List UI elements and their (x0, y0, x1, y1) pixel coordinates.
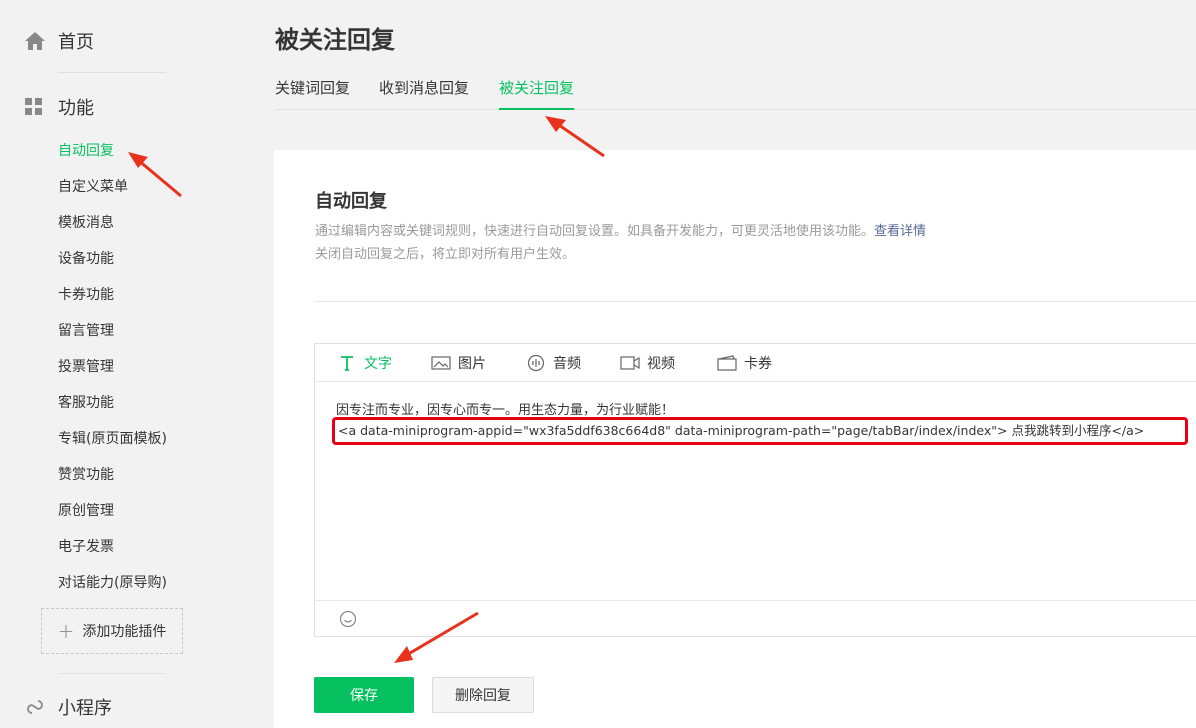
tool-image-label: 图片 (458, 356, 486, 372)
tool-coupon-label: 卡券 (744, 356, 772, 372)
editor-content[interactable]: 因专注而专业，因专心而专一。用生态力量，为行业赋能！ (336, 399, 674, 418)
home-icon (25, 32, 45, 50)
grid-icon (25, 98, 42, 115)
page-title: 被关注回复 (275, 26, 395, 54)
sidebar-group-label: 功能 (58, 98, 94, 119)
details-link[interactable]: 查看详情 (874, 224, 926, 239)
sidebar-divider (58, 673, 166, 674)
editor-toolbar: 文字 图片 音频 视频 卡券 (315, 344, 1196, 382)
sidebar: 首页 功能 自动回复 自定义菜单 模板消息 设备功能 卡券功能 留言管理 投票管… (0, 0, 210, 728)
tool-text[interactable]: 文字 (337, 353, 392, 373)
tool-video[interactable]: 视频 (620, 353, 675, 373)
tab-follow-reply[interactable]: 被关注回复 (499, 76, 575, 110)
sidebar-home-label: 首页 (58, 32, 94, 53)
card-description: 通过编辑内容或关键词规则，快速进行自动回复设置。如具备开发能力，可更灵活地使用该… (315, 220, 926, 239)
coupon-icon (717, 355, 737, 371)
sidebar-item-custom-menu[interactable]: 自定义菜单 (58, 174, 167, 210)
desc-text: 通过编辑内容或关键词规则，快速进行自动回复设置。如具备开发能力，可更灵活地使用该… (315, 224, 875, 239)
auto-reply-card: 自动回复 通过编辑内容或关键词规则，快速进行自动回复设置。如具备开发能力，可更灵… (274, 150, 1196, 728)
save-button[interactable]: 保存 (314, 677, 414, 713)
sidebar-group-function[interactable]: 功能 (24, 94, 94, 120)
image-icon (431, 356, 451, 370)
sidebar-miniprogram-label: 小程序 (58, 698, 112, 719)
sidebar-item-auto-reply[interactable]: 自动回复 (58, 138, 167, 174)
editor-footer (315, 600, 1196, 637)
sidebar-item-miniprogram[interactable]: 小程序 (24, 694, 112, 720)
sidebar-item-coupon[interactable]: 卡券功能 (58, 282, 167, 318)
sidebar-item-template-message[interactable]: 模板消息 (58, 210, 167, 246)
tool-audio-label: 音频 (553, 356, 581, 372)
sidebar-item-invoice[interactable]: 电子发票 (58, 534, 167, 570)
sidebar-item-customer-service[interactable]: 客服功能 (58, 390, 167, 426)
card-title: 自动回复 (315, 191, 387, 212)
sidebar-item-reward[interactable]: 赞赏功能 (58, 462, 167, 498)
tool-text-label: 文字 (364, 356, 392, 372)
text-icon (341, 356, 353, 371)
tool-image[interactable]: 图片 (431, 353, 486, 373)
sidebar-item-dialogue[interactable]: 对话能力(原导购) (58, 570, 167, 606)
sidebar-item-voting[interactable]: 投票管理 (58, 354, 167, 390)
sidebar-menu: 自动回复 自定义菜单 模板消息 设备功能 卡券功能 留言管理 投票管理 客服功能… (58, 138, 167, 606)
plus-icon: + (57, 619, 75, 643)
sidebar-item-album[interactable]: 专辑(原页面模板) (58, 426, 167, 462)
card-divider (314, 301, 1196, 302)
tool-audio[interactable]: 音频 (526, 353, 581, 373)
sidebar-item-comments[interactable]: 留言管理 (58, 318, 167, 354)
highlighted-miniprogram-link: <a data-miniprogram-appid="wx3fa5ddf638c… (332, 417, 1188, 445)
sidebar-item-device[interactable]: 设备功能 (58, 246, 167, 282)
emoji-icon[interactable] (339, 610, 357, 628)
tab-message-reply[interactable]: 收到消息回复 (379, 76, 469, 110)
reply-editor: 文字 图片 音频 视频 卡券 因专注而专业，因专心而专一。用生态力量，为行业赋能… (314, 343, 1196, 637)
delete-reply-button[interactable]: 删除回复 (432, 677, 534, 713)
video-icon (620, 356, 640, 370)
add-plugin-label: 添加功能插件 (82, 624, 167, 640)
miniprogram-icon (27, 700, 43, 714)
tool-coupon[interactable]: 卡券 (717, 353, 772, 373)
audio-icon (527, 354, 545, 372)
sidebar-divider (58, 72, 166, 73)
sidebar-item-home[interactable]: 首页 (24, 28, 94, 54)
content-text: 因专注而专业，因专心而专一。用生态力量，为行业赋能！ (336, 403, 675, 418)
add-plugin-button[interactable]: + 添加功能插件 (41, 608, 183, 654)
card-description-note: 关闭自动回复之后，将立即对所有用户生效。 (315, 247, 576, 262)
tool-video-label: 视频 (647, 356, 675, 372)
tab-keyword-reply[interactable]: 关键词回复 (275, 76, 350, 110)
sidebar-item-original[interactable]: 原创管理 (58, 498, 167, 534)
tab-bar: 关键词回复 收到消息回复 被关注回复 (275, 76, 1196, 110)
